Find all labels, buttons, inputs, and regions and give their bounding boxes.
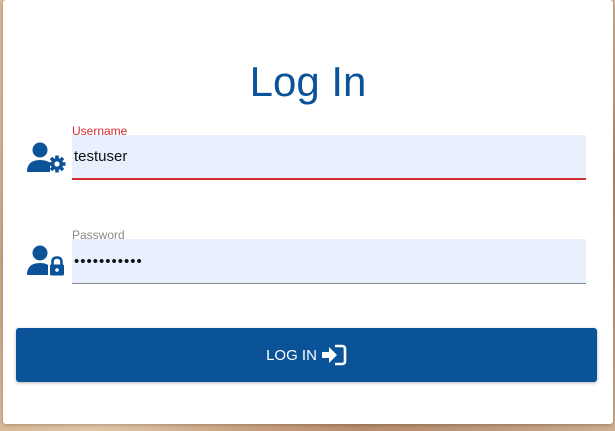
password-input[interactable]: [72, 239, 586, 284]
login-card: Log In Username Passw: [3, 0, 613, 424]
password-field: Password: [72, 228, 586, 288]
login-button-label: LOG IN: [266, 346, 317, 364]
user-gear-icon: [27, 141, 67, 175]
username-input[interactable]: [72, 135, 586, 180]
user-lock-icon: [27, 244, 67, 278]
page-title: Log In: [249, 58, 367, 105]
login-button[interactable]: LOG IN: [16, 328, 597, 382]
sign-in-icon: [321, 344, 347, 366]
username-field: Username: [72, 124, 586, 184]
